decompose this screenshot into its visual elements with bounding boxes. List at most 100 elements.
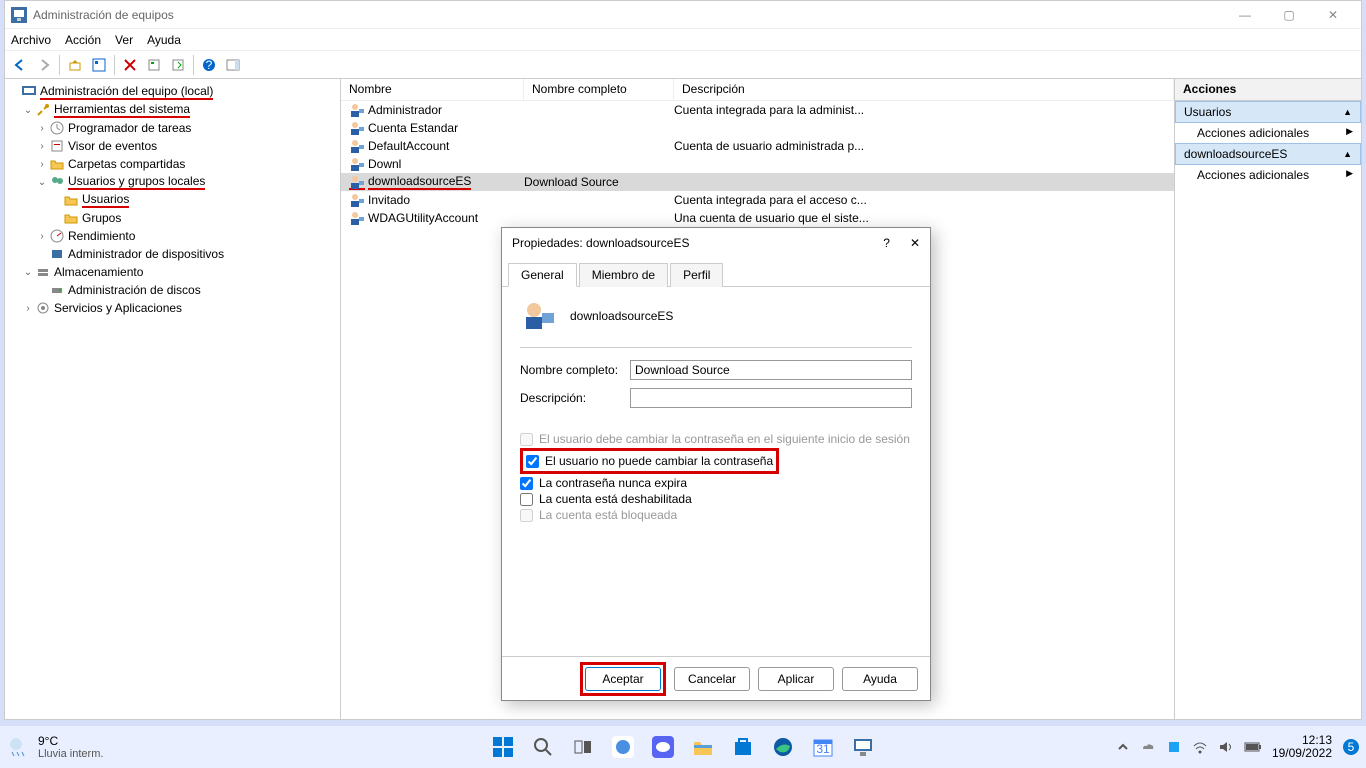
tray-chevron-icon[interactable] — [1116, 740, 1130, 754]
user-row[interactable]: Cuenta Estandar — [341, 119, 1174, 137]
weather-widget[interactable]: 9°C Lluvia interm. — [38, 734, 103, 760]
user-row[interactable]: DefaultAccountCuenta de usuario administ… — [341, 137, 1174, 155]
storage-icon — [35, 264, 51, 280]
user-icon — [520, 299, 556, 333]
refresh-button[interactable] — [143, 54, 165, 76]
taskbar-calendar[interactable]: 31 — [810, 734, 836, 760]
twisty-icon[interactable]: ⌄ — [21, 105, 35, 116]
properties-button[interactable] — [88, 54, 110, 76]
tray-onedrive-icon[interactable] — [1140, 739, 1156, 755]
tree-events[interactable]: Visor de eventos — [68, 139, 157, 153]
collapse-icon: ▲ — [1343, 107, 1352, 117]
tree-groups[interactable]: Grupos — [82, 211, 121, 225]
button-ok[interactable]: Aceptar — [585, 667, 661, 691]
minimize-button[interactable]: — — [1223, 2, 1267, 28]
user-row[interactable]: Downl — [341, 155, 1174, 173]
col-desc[interactable]: Descripción — [674, 79, 1174, 100]
actions-more-users[interactable]: Acciones adicionales▶ — [1175, 123, 1361, 143]
export-button[interactable] — [167, 54, 189, 76]
tree-services[interactable]: Servicios y Aplicaciones — [54, 301, 182, 315]
search-button[interactable] — [530, 734, 556, 760]
input-description[interactable] — [630, 388, 912, 408]
actions-panel: Acciones Usuarios▲ Acciones adicionales▶… — [1175, 79, 1361, 719]
tree-storage[interactable]: Almacenamiento — [54, 265, 143, 279]
tray-notification-icon[interactable]: 5 — [1342, 738, 1360, 756]
forward-button[interactable] — [33, 54, 55, 76]
up-button[interactable] — [64, 54, 86, 76]
twisty-icon[interactable]: ⌄ — [35, 177, 49, 188]
help-icon[interactable]: ? — [883, 236, 890, 250]
tree-users[interactable]: Usuarios — [82, 192, 129, 208]
menu-help[interactable]: Ayuda — [147, 33, 181, 47]
col-name[interactable]: Nombre — [341, 79, 524, 100]
tab-memberof[interactable]: Miembro de — [579, 263, 668, 287]
panel-button[interactable] — [222, 54, 244, 76]
tab-profile[interactable]: Perfil — [670, 263, 723, 287]
button-help[interactable]: Ayuda — [842, 667, 918, 691]
menu-action[interactable]: Acción — [65, 33, 101, 47]
tray-volume-icon[interactable] — [1218, 739, 1234, 755]
user-row[interactable]: downloadsourceESDownload Source — [341, 173, 1174, 191]
actions-section-users[interactable]: Usuarios▲ — [1175, 101, 1361, 123]
twisty-icon[interactable]: › — [35, 159, 49, 170]
tray-clock[interactable]: 12:13 19/09/2022 — [1272, 734, 1332, 760]
tree-usersgroups[interactable]: Usuarios y grupos locales — [68, 174, 205, 190]
start-button[interactable] — [490, 734, 516, 760]
checkbox-disabled[interactable] — [520, 493, 533, 506]
tray-app-icon[interactable] — [1166, 739, 1182, 755]
tree-devmgr[interactable]: Administrador de dispositivos — [68, 247, 224, 261]
clock-icon — [49, 120, 65, 136]
maximize-button[interactable]: ▢ — [1267, 2, 1311, 28]
label-description: Descripción: — [520, 391, 630, 405]
actions-section-user[interactable]: downloadsourceES▲ — [1175, 143, 1361, 165]
user-name: WDAGUtilityAccount — [368, 211, 478, 225]
delete-button[interactable] — [119, 54, 141, 76]
user-desc: Cuenta integrada para el acceso c... — [674, 193, 1174, 207]
help-button[interactable]: ? — [198, 54, 220, 76]
weather-icon[interactable] — [6, 734, 32, 760]
button-cancel[interactable]: Cancelar — [674, 667, 750, 691]
back-button[interactable] — [9, 54, 31, 76]
tray-battery-icon[interactable] — [1244, 741, 1262, 753]
taskbar-store[interactable] — [730, 734, 756, 760]
nav-tree[interactable]: Administración del equipo (local) ⌄ Herra… — [5, 79, 341, 719]
tree-perf[interactable]: Rendimiento — [68, 229, 135, 243]
checkbox-cannotchange[interactable] — [526, 455, 539, 468]
taskview-button[interactable] — [570, 734, 596, 760]
button-apply[interactable]: Aplicar — [758, 667, 834, 691]
checkbox-neverexpire[interactable] — [520, 477, 533, 490]
taskbar-app-1[interactable] — [610, 734, 636, 760]
user-row[interactable]: WDAGUtilityAccountUna cuenta de usuario … — [341, 209, 1174, 227]
chevron-right-icon: ▶ — [1346, 168, 1353, 182]
tree-diskmgr[interactable]: Administración de discos — [68, 283, 201, 297]
close-button[interactable]: ✕ — [1311, 2, 1355, 28]
folder-icon — [63, 192, 79, 208]
tree-tasksched[interactable]: Programador de tareas — [68, 121, 191, 135]
taskbar-explorer[interactable] — [690, 734, 716, 760]
taskbar-app-2[interactable] — [650, 734, 676, 760]
twisty-icon[interactable]: › — [35, 123, 49, 134]
user-row[interactable]: InvitadoCuenta integrada para el acceso … — [341, 191, 1174, 209]
menu-view[interactable]: Ver — [115, 33, 133, 47]
app-icon — [11, 7, 27, 23]
twisty-icon[interactable]: › — [35, 141, 49, 152]
tab-general[interactable]: General — [508, 263, 577, 287]
dialog-close-button[interactable]: ✕ — [910, 236, 920, 250]
user-name: downloadsourceES — [368, 174, 471, 190]
twisty-icon[interactable]: › — [35, 231, 49, 242]
tree-root[interactable]: Administración del equipo (local) — [40, 84, 213, 100]
twisty-icon[interactable]: › — [21, 303, 35, 314]
tray-wifi-icon[interactable] — [1192, 739, 1208, 755]
taskbar-edge[interactable] — [770, 734, 796, 760]
user-icon — [349, 192, 365, 208]
user-row[interactable]: AdministradorCuenta integrada para la ad… — [341, 101, 1174, 119]
taskbar-compmgmt[interactable] — [850, 734, 876, 760]
twisty-icon[interactable]: ⌄ — [21, 267, 35, 278]
tree-systools[interactable]: Herramientas del sistema — [54, 102, 190, 118]
menu-file[interactable]: Archivo — [11, 33, 51, 47]
col-fullname[interactable]: Nombre completo — [524, 79, 674, 100]
toolbar: ? — [5, 51, 1361, 79]
input-fullname[interactable] — [630, 360, 912, 380]
tree-shared[interactable]: Carpetas compartidas — [68, 157, 185, 171]
actions-more-user[interactable]: Acciones adicionales▶ — [1175, 165, 1361, 185]
